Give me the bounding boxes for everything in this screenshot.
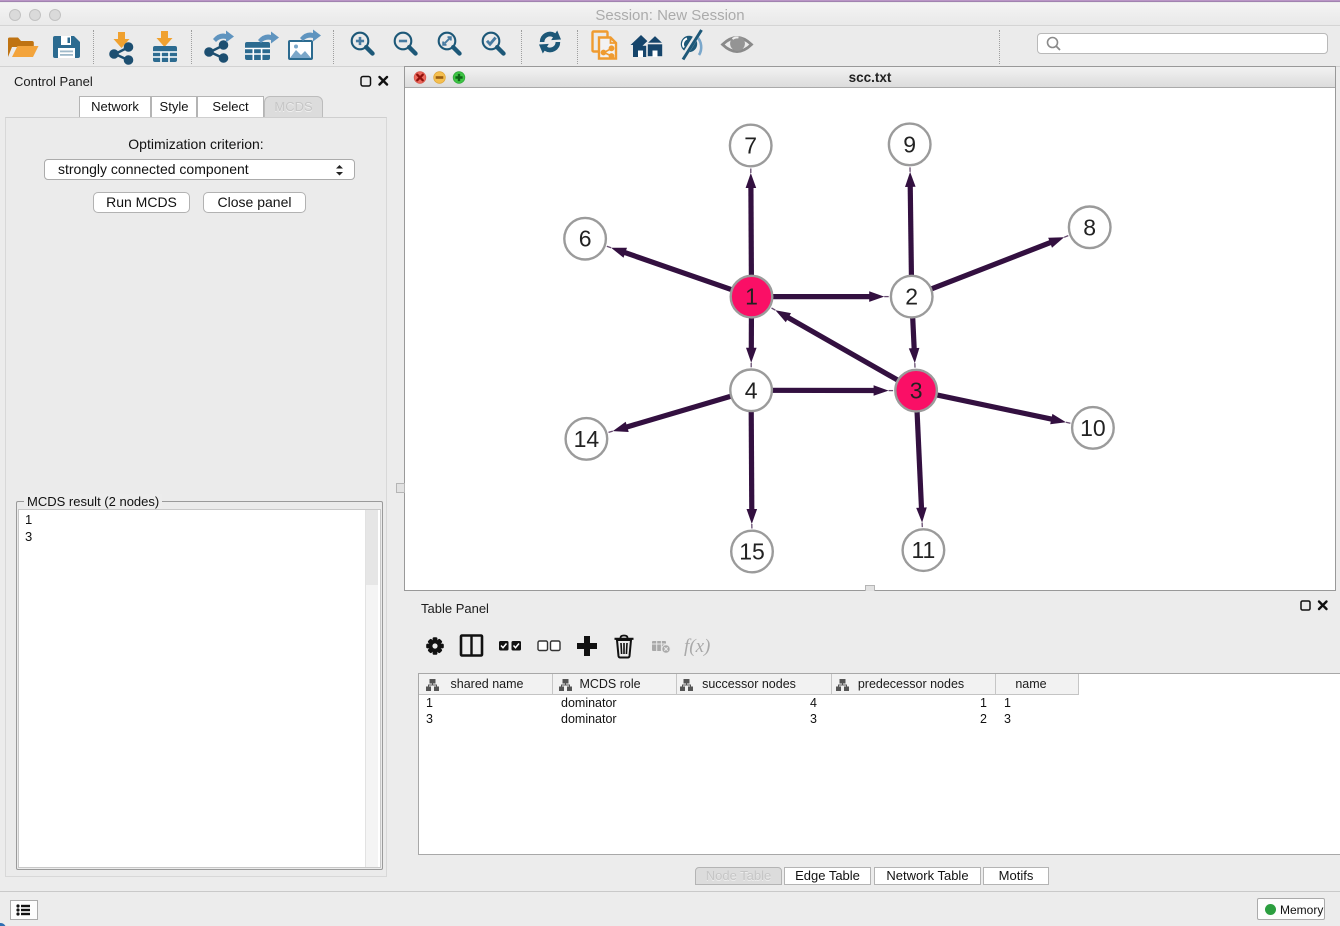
svg-text:6: 6 — [579, 226, 592, 252]
svg-text:1: 1 — [745, 284, 758, 310]
svg-text:3: 3 — [910, 378, 923, 404]
svg-text:10: 10 — [1080, 415, 1106, 441]
svg-text:11: 11 — [911, 537, 935, 563]
svg-text:15: 15 — [739, 539, 765, 565]
svg-text:8: 8 — [1083, 214, 1096, 240]
svg-text:14: 14 — [574, 426, 600, 452]
svg-text:2: 2 — [905, 284, 918, 310]
svg-text:9: 9 — [903, 131, 916, 157]
svg-text:7: 7 — [744, 133, 757, 159]
svg-text:4: 4 — [745, 377, 758, 403]
svg-text:f(x): f(x) — [684, 636, 710, 657]
